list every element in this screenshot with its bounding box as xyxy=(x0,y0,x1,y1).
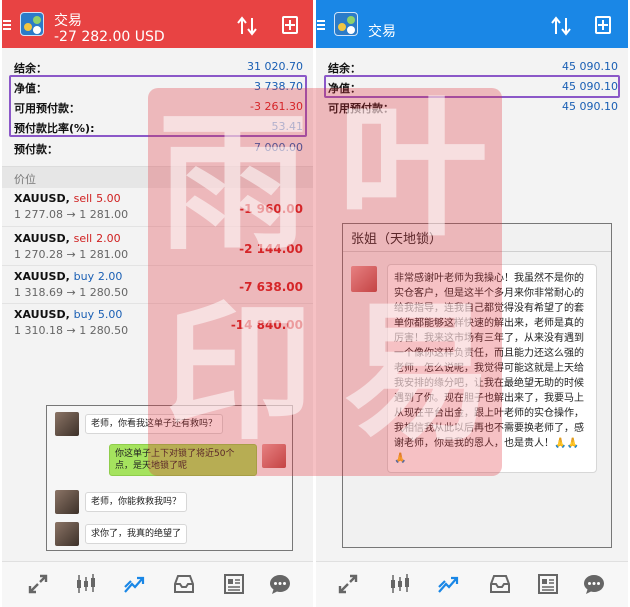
news-icon[interactable] xyxy=(222,572,246,596)
history-icon[interactable] xyxy=(488,572,512,596)
new-order-icon[interactable] xyxy=(282,16,298,34)
trade-icon[interactable] xyxy=(436,572,460,596)
chart-icon[interactable] xyxy=(388,572,412,596)
quotes-icon[interactable] xyxy=(336,572,360,596)
chat-icon[interactable] xyxy=(268,572,292,596)
avatar xyxy=(55,490,79,514)
page-title: 交易 xyxy=(368,24,396,40)
screenshot-root: 交易 -27 282.00 USD 结余： 31 020.70 净值： 3 73… xyxy=(0,0,630,607)
app-logo-icon xyxy=(20,12,44,36)
chat-message: 老师，你能救救我吗？ xyxy=(85,492,188,512)
app-logo-icon xyxy=(334,12,358,36)
account-balance-row: 结余： 31 020.70 xyxy=(14,60,303,75)
watermark-char: 叶 xyxy=(338,81,489,257)
page-title: 交易 xyxy=(54,13,82,29)
watermark-char: 雨 xyxy=(158,95,309,271)
watermark-char: 印 xyxy=(164,285,315,461)
bottom-nav xyxy=(316,561,628,607)
sort-icon[interactable] xyxy=(236,16,258,36)
bottom-nav xyxy=(2,561,313,607)
watermark-char: 易 xyxy=(344,285,495,461)
history-icon[interactable] xyxy=(172,572,196,596)
menu-icon[interactable] xyxy=(3,20,11,30)
new-order-icon[interactable] xyxy=(595,16,611,34)
news-icon[interactable] xyxy=(536,572,560,596)
quotes-icon[interactable] xyxy=(26,572,50,596)
chart-icon[interactable] xyxy=(74,572,98,596)
chat-icon[interactable] xyxy=(582,572,606,596)
left-top-bar: 交易 -27 282.00 USD xyxy=(2,0,313,48)
account-balance-row: 结余： 45 090.10 xyxy=(328,60,618,75)
avatar xyxy=(55,412,79,436)
chat-message: 求你了，我真的绝望了 xyxy=(85,524,188,544)
right-top-bar: 交易 xyxy=(316,0,628,48)
watermark-stamp: 雨 叶 印 易 xyxy=(148,88,502,476)
trade-icon[interactable] xyxy=(122,572,146,596)
menu-icon[interactable] xyxy=(317,20,325,30)
header-balance: -27 282.00 USD xyxy=(54,29,165,45)
avatar xyxy=(55,522,79,546)
sort-icon[interactable] xyxy=(550,16,572,36)
